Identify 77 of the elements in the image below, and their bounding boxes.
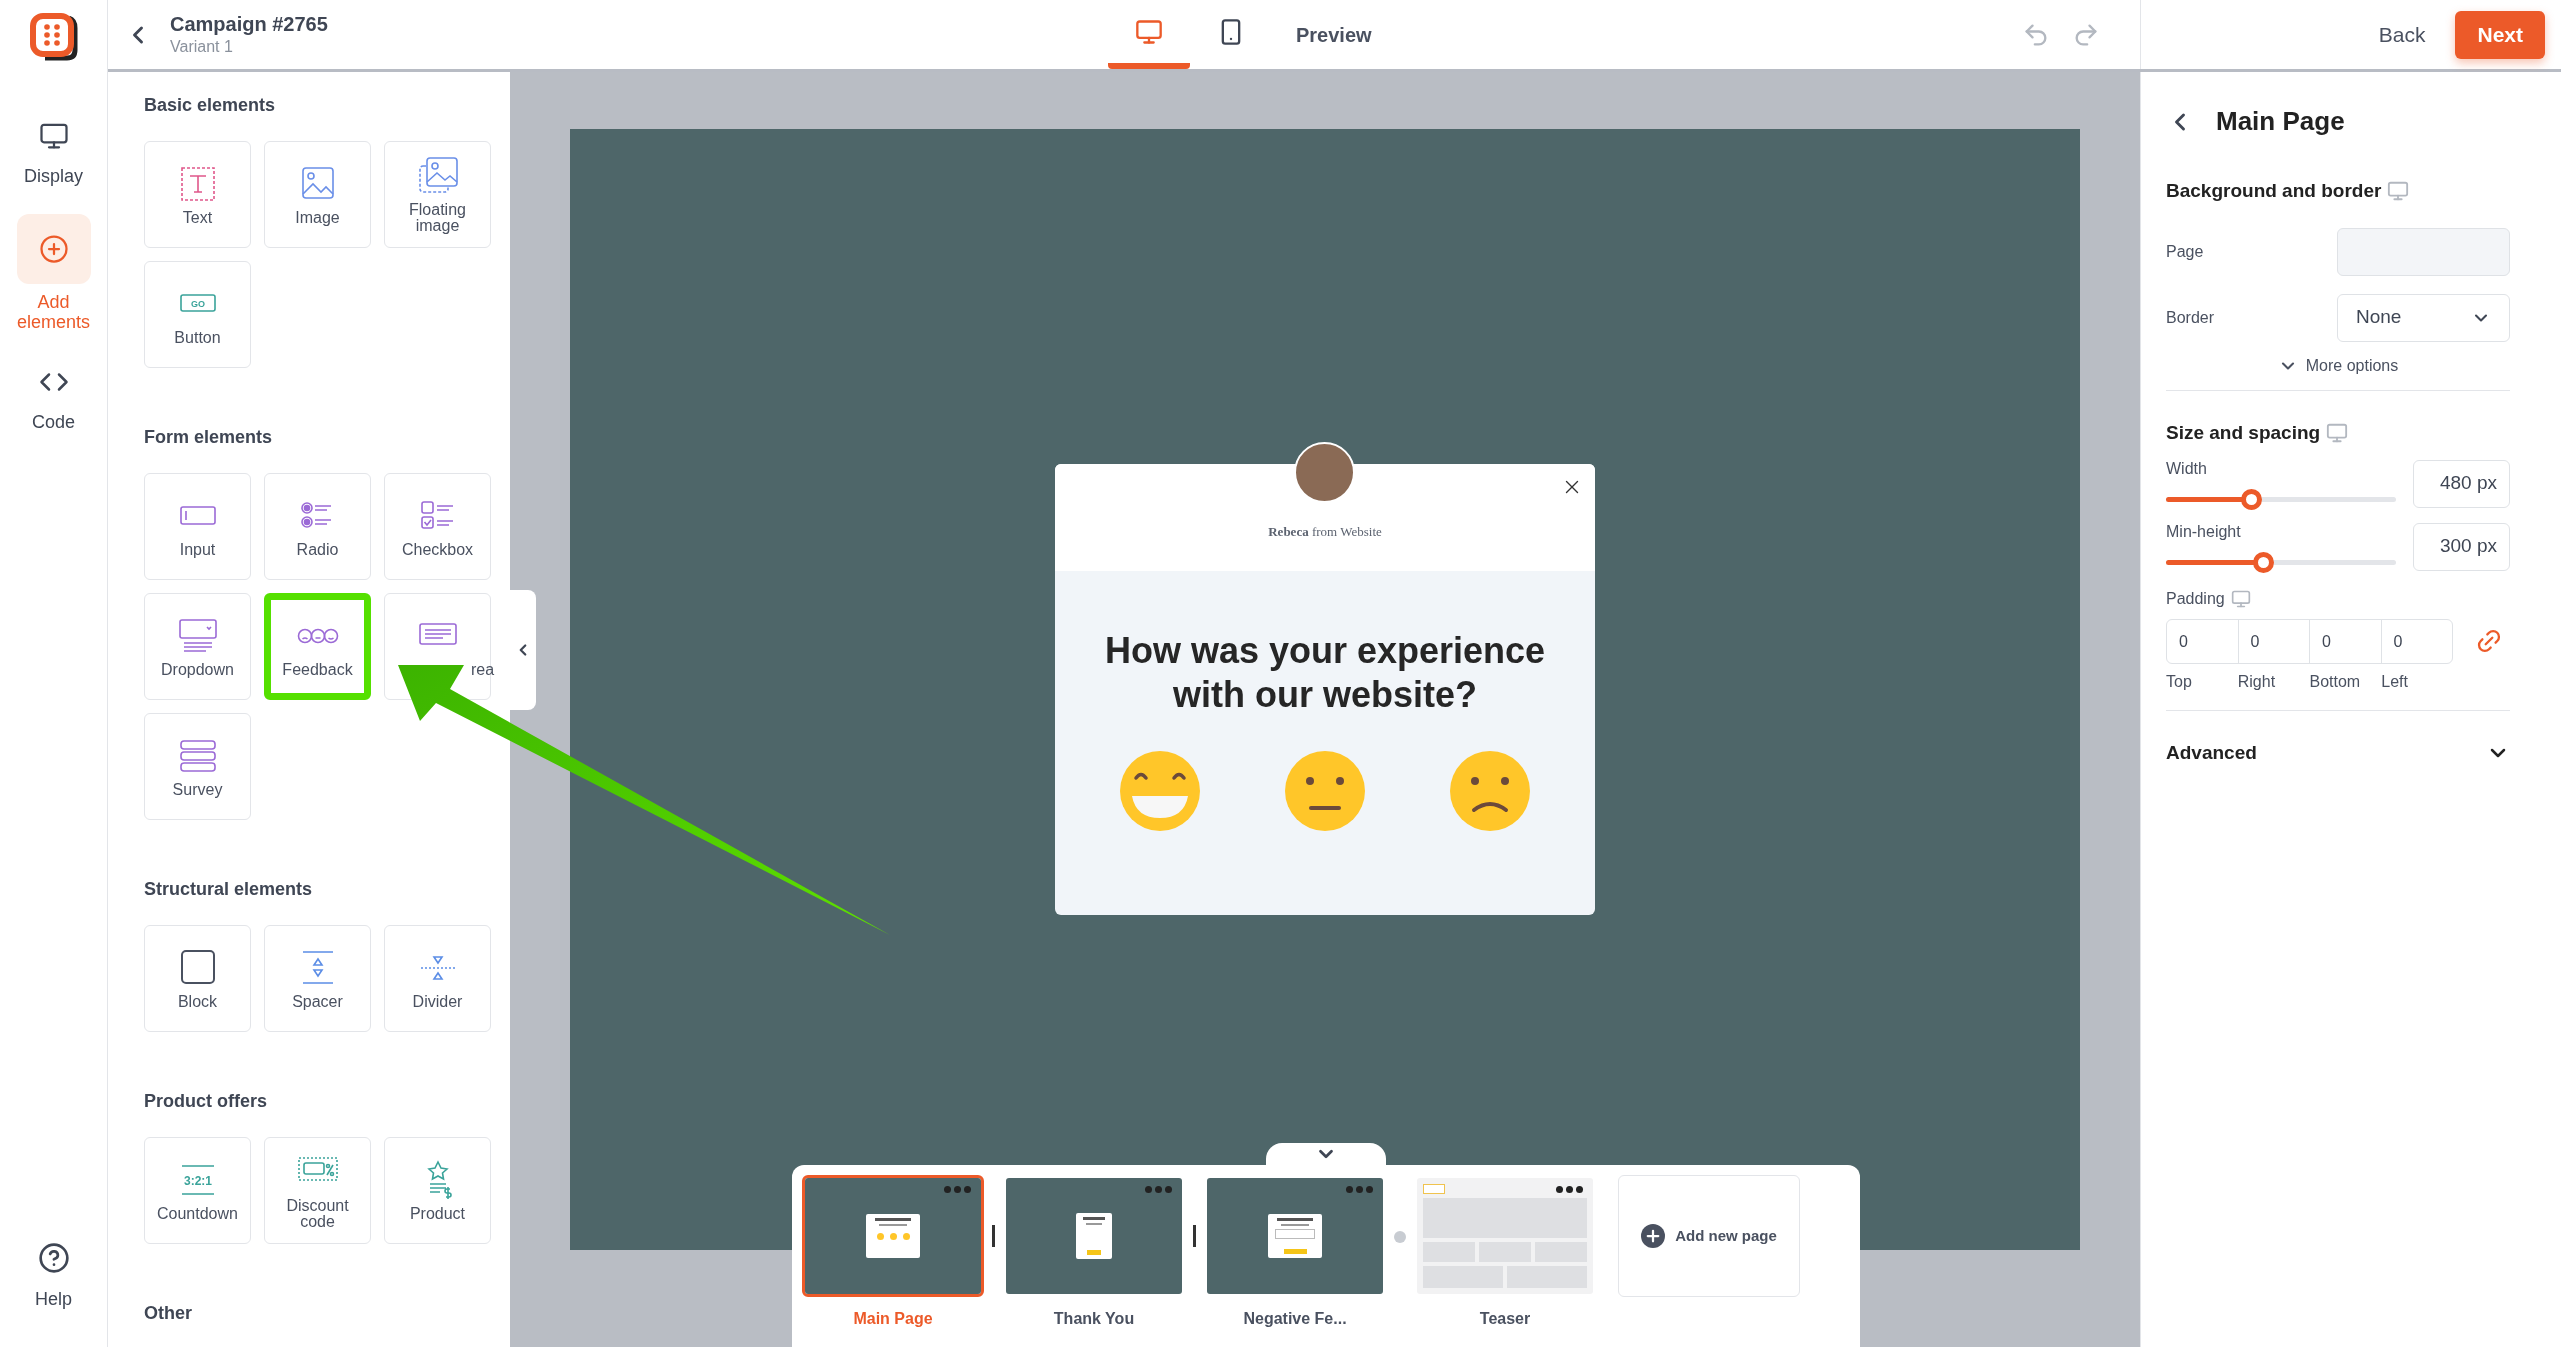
separator-icon [992, 1225, 995, 1247]
variant-subtitle: Variant 1 [170, 37, 234, 57]
separator-icon [1193, 1225, 1196, 1247]
element-card[interactable]: Dropdown [144, 593, 251, 700]
page-thumbnail[interactable]: Thank You [1003, 1175, 1185, 1331]
padding-input[interactable]: 0 [2310, 620, 2382, 663]
element-card[interactable]: Feedback [264, 593, 371, 700]
section-heading: Basic elements [144, 94, 277, 117]
monitor-icon [38, 121, 69, 151]
padding-input[interactable]: 0 [2238, 620, 2310, 663]
plus-icon [1641, 1224, 1666, 1248]
field-label: Page [2166, 241, 2204, 262]
neutral-face-icon[interactable] [1285, 751, 1365, 831]
more-dots-icon[interactable] [944, 1186, 971, 1193]
question-heading: How was your experience with our website? [1103, 629, 1547, 717]
padding-label: Left [2381, 672, 2409, 692]
panel-title: Main Page [2216, 105, 2345, 138]
back-button[interactable]: Back [2378, 18, 2426, 51]
element-card[interactable]: Block [144, 925, 251, 1032]
nav-item[interactable]: Display [11, 114, 96, 186]
monitor-icon [2326, 421, 2349, 444]
help-icon [37, 1242, 70, 1274]
nav-item[interactable]: Code [11, 360, 96, 432]
section-heading: Background and border [2166, 179, 2382, 203]
help-button[interactable]: Help [35, 1242, 72, 1313]
page-thumbnail[interactable]: Teaser [1414, 1175, 1596, 1331]
preview-button[interactable]: Preview [1296, 0, 1372, 69]
plus-circle-icon [38, 234, 69, 264]
border-select[interactable]: None [2337, 293, 2510, 342]
padding-input[interactable]: 0 [2167, 620, 2239, 663]
monitor-icon [2230, 589, 2251, 609]
section-heading: Other [144, 1302, 193, 1325]
advanced-toggle[interactable]: Advanced [2166, 739, 2510, 768]
element-card[interactable]: Checkbox [384, 473, 491, 580]
element-card[interactable]: Survey [144, 713, 251, 820]
element-card[interactable]: Radio [264, 473, 371, 580]
sad-face-icon[interactable] [1450, 751, 1530, 831]
padding-label: Right [2237, 672, 2277, 692]
add-page-button[interactable]: Add new page [1618, 1175, 1800, 1297]
section-heading: Structural elements [144, 878, 314, 901]
field-label: Border [2166, 307, 2215, 328]
element-card[interactable]: Image [264, 141, 371, 248]
element-card[interactable]: Floating image [384, 141, 491, 248]
slider-handle[interactable] [2252, 552, 2274, 573]
element-card[interactable]: Divider [384, 925, 491, 1032]
element-card[interactable]: Product [384, 1137, 491, 1244]
more-dots-icon[interactable] [1346, 1186, 1373, 1193]
section-heading: Product offers [144, 1090, 268, 1113]
campaign-title: Campaign #2765 [170, 12, 328, 37]
desktop-icon [1135, 17, 1163, 46]
more-dots-icon[interactable] [1556, 1186, 1583, 1193]
sender-name: Rebeca from Website [1268, 522, 1382, 541]
element-card[interactable]: Text [144, 141, 251, 248]
field-label: Width [2166, 459, 2208, 479]
padding-input[interactable]: 0 [2381, 620, 2452, 663]
element-card[interactable]: Spacer [264, 925, 371, 1032]
section-heading: Form elements [144, 426, 274, 449]
element-card[interactable]: Discount code [264, 1137, 371, 1244]
section-heading: Size and spacing [2166, 420, 2321, 445]
padding-label: Top [2166, 672, 2193, 692]
element-card[interactable]: Input [144, 473, 251, 580]
page-thumbnail[interactable]: Negative Fe... [1204, 1175, 1386, 1331]
collapse-pages-tab[interactable] [1266, 1143, 1386, 1165]
element-card[interactable]: GO Button [144, 261, 251, 368]
padding-label: Bottom [2309, 672, 2362, 692]
more-options-link[interactable]: More options [2277, 353, 2399, 378]
logo-icon[interactable] [28, 12, 79, 62]
monitor-icon [2387, 180, 2410, 203]
value-field[interactable]: 300 px [2413, 522, 2510, 571]
grinning-face-icon[interactable] [1120, 751, 1200, 831]
slider-handle[interactable] [2241, 489, 2263, 510]
color-field[interactable] [2337, 227, 2510, 276]
field-label: Padding [2166, 589, 2225, 609]
value-field[interactable]: 480 px [2413, 459, 2510, 508]
more-dots-icon[interactable] [1145, 1186, 1172, 1193]
element-card[interactable]: 3:2:1 Countdown [144, 1137, 251, 1244]
field-label: Min-height [2166, 522, 2242, 542]
